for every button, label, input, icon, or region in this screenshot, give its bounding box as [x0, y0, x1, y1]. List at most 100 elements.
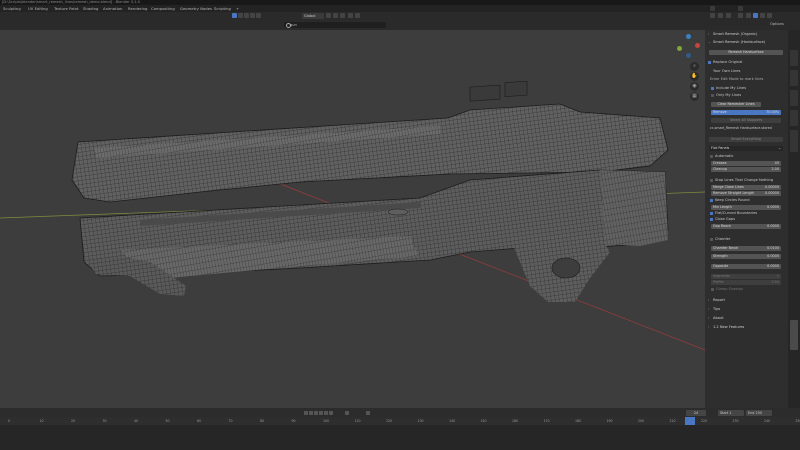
- tab-create[interactable]: [790, 130, 798, 152]
- start-frame-field[interactable]: Start 1: [718, 410, 744, 416]
- pan-hand-icon[interactable]: ✋: [690, 72, 699, 81]
- frame-tick: 50: [165, 419, 170, 423]
- search-input[interactable]: gun: [284, 22, 386, 28]
- jump-start-icon[interactable]: [304, 411, 308, 415]
- tab-shading[interactable]: Shading: [83, 5, 98, 12]
- next-keyframe-icon[interactable]: [324, 411, 328, 415]
- smart-everything-button[interactable]: Smart Everything: [709, 137, 783, 142]
- scene-icon[interactable]: [710, 6, 715, 11]
- clear-remesher-lines-button[interactable]: Clear Remesher Lines: [711, 102, 761, 107]
- add-workspace-button[interactable]: +: [236, 5, 239, 12]
- auto-key-icon[interactable]: [366, 411, 370, 415]
- remesh-hardsurface-button[interactable]: Remesh Hardsurface: [709, 50, 783, 55]
- z-axis-icon[interactable]: [686, 34, 691, 39]
- gizmo-icon[interactable]: [718, 13, 723, 18]
- perspective-toggle-icon[interactable]: ▦: [690, 92, 699, 101]
- timeline-header: [0, 408, 800, 417]
- overlay-icon[interactable]: [726, 13, 731, 18]
- tab-view[interactable]: [790, 90, 798, 106]
- proportional-edit-icon[interactable]: [348, 13, 353, 18]
- pivot-icon[interactable]: [326, 13, 331, 18]
- object-visibility-icon[interactable]: [710, 13, 715, 18]
- segments-field[interactable]: Segments 1: [711, 274, 781, 279]
- x-axis-icon[interactable]: [695, 43, 700, 48]
- flat-curved-checkbox[interactable]: Flat/Curved Boundaries: [710, 211, 788, 216]
- section-new-features[interactable]: › 1.2 New Features: [708, 325, 786, 330]
- profile-field[interactable]: Profile 0.50: [711, 280, 781, 285]
- select-extend-icon[interactable]: [238, 13, 243, 18]
- navigation-gizmo[interactable]: [676, 34, 702, 60]
- snap-target-icon[interactable]: [340, 13, 345, 18]
- section-hardsurface[interactable]: ⌄ Smart Remesh (Hardsurface): [708, 40, 786, 45]
- tab-compositing[interactable]: Compositing: [151, 5, 175, 12]
- play-reverse-icon[interactable]: [314, 411, 318, 415]
- flat-panels-dropdown[interactable]: Flat Panels ⌄: [709, 146, 783, 151]
- min-length-field[interactable]: Min Length 0.0000: [711, 205, 781, 210]
- zoom-icon[interactable]: ⌕: [690, 62, 699, 71]
- only-my-lines-checkbox[interactable]: Only My Lines: [711, 93, 789, 98]
- clamp-overlap-checkbox[interactable]: Clamp Overlap: [711, 287, 789, 292]
- creases-field[interactable]: Creases 45: [711, 161, 781, 166]
- select-invert-icon[interactable]: [250, 13, 255, 18]
- select-mode-icon[interactable]: [232, 13, 237, 18]
- y-axis-icon[interactable]: [677, 46, 682, 51]
- frame-tick: 230: [732, 419, 739, 423]
- shading-material-icon[interactable]: [760, 13, 765, 18]
- shading-rendered-icon[interactable]: [767, 13, 772, 18]
- tab-geometry-nodes[interactable]: Geometry Nodes: [180, 5, 212, 12]
- neg-z-axis-icon[interactable]: [686, 53, 691, 58]
- 3d-viewport[interactable]: ⌕ ✋ ◉ ▦: [0, 30, 705, 408]
- chamfer-bevel-field[interactable]: Chamfer Bevel 0.0100: [711, 246, 781, 251]
- tab-scripting[interactable]: Scripting: [214, 5, 231, 12]
- tab-texture-paint[interactable]: Texture Paint: [54, 5, 79, 12]
- cleanup-field[interactable]: Cleanup 2.00: [711, 167, 781, 172]
- select-subtract-icon[interactable]: [244, 13, 249, 18]
- tab-uv-editing[interactable]: UV Editing: [28, 5, 48, 12]
- section-report[interactable]: › Report: [708, 298, 786, 303]
- shading-wire-icon[interactable]: [746, 13, 751, 18]
- section-tips[interactable]: › Tips: [708, 307, 786, 312]
- frame-tick: 90: [291, 419, 296, 423]
- end-frame-field[interactable]: End 250: [746, 410, 772, 416]
- prev-keyframe-icon[interactable]: [309, 411, 313, 415]
- proportional-falloff-icon[interactable]: [355, 13, 360, 18]
- current-frame-field[interactable]: 24: [686, 410, 706, 416]
- select-intersect-icon[interactable]: [256, 13, 261, 18]
- snap-icon[interactable]: [333, 13, 338, 18]
- tab-item[interactable]: [790, 50, 798, 66]
- opposite-field[interactable]: Opposite 0.0000: [711, 264, 781, 269]
- jump-end-icon[interactable]: [329, 411, 333, 415]
- select-all-stoppers-button[interactable]: Select All Stoppers: [711, 118, 781, 123]
- keep-circles-round-checkbox[interactable]: Keep Circles Round: [710, 198, 788, 203]
- frame-tick: 140: [449, 419, 456, 423]
- include-my-lines-checkbox[interactable]: Include My Lines: [711, 86, 789, 91]
- keying-icon[interactable]: [345, 411, 349, 415]
- close-gaps-checkbox[interactable]: Close Gaps: [710, 217, 788, 222]
- view-layer-icon[interactable]: [738, 6, 743, 11]
- tab-tool[interactable]: [790, 70, 798, 86]
- tab-animation[interactable]: Animation: [103, 5, 122, 12]
- tab-sculpting[interactable]: Sculpting: [3, 5, 21, 12]
- frame-ruler[interactable]: 0 10 20 30 40 50 60 70 80 90 100 110 120 130 140 150 160…: [0, 417, 800, 425]
- gap-reach-field[interactable]: Gap Reach 0.0000: [711, 224, 781, 229]
- chamfer-checkbox[interactable]: Chamfer: [710, 237, 788, 242]
- camera-view-icon[interactable]: ◉: [690, 82, 699, 91]
- play-icon[interactable]: [319, 411, 323, 415]
- tab-smart-remesh[interactable]: [790, 320, 798, 350]
- remove-slider[interactable]: Remove 70.00%: [711, 110, 781, 115]
- tab-rendering[interactable]: Rendering: [128, 5, 147, 12]
- shading-solid-icon[interactable]: [753, 13, 758, 18]
- tab-edit[interactable]: [790, 110, 798, 126]
- strength-field[interactable]: Strength 0.0000: [711, 254, 781, 259]
- transform-orientation-dropdown[interactable]: Global: [302, 13, 324, 19]
- playhead[interactable]: [685, 417, 695, 425]
- section-organic[interactable]: › Smart Remesh (Organic): [708, 32, 786, 37]
- stop-lines-checkbox[interactable]: Stop Lines That Change Nothing: [710, 178, 788, 183]
- remove-straight-length-field[interactable]: Remove Straight Length 0.00000: [711, 191, 781, 196]
- section-about[interactable]: › About: [708, 316, 786, 321]
- merge-close-lines-field[interactable]: Merge Close Lines 0.00000: [711, 185, 781, 190]
- options-dropdown[interactable]: Options: [770, 22, 784, 26]
- replace-original-checkbox[interactable]: Replace Original: [708, 60, 786, 65]
- xray-icon[interactable]: [738, 13, 743, 18]
- automatic-checkbox[interactable]: Automatic: [710, 154, 788, 159]
